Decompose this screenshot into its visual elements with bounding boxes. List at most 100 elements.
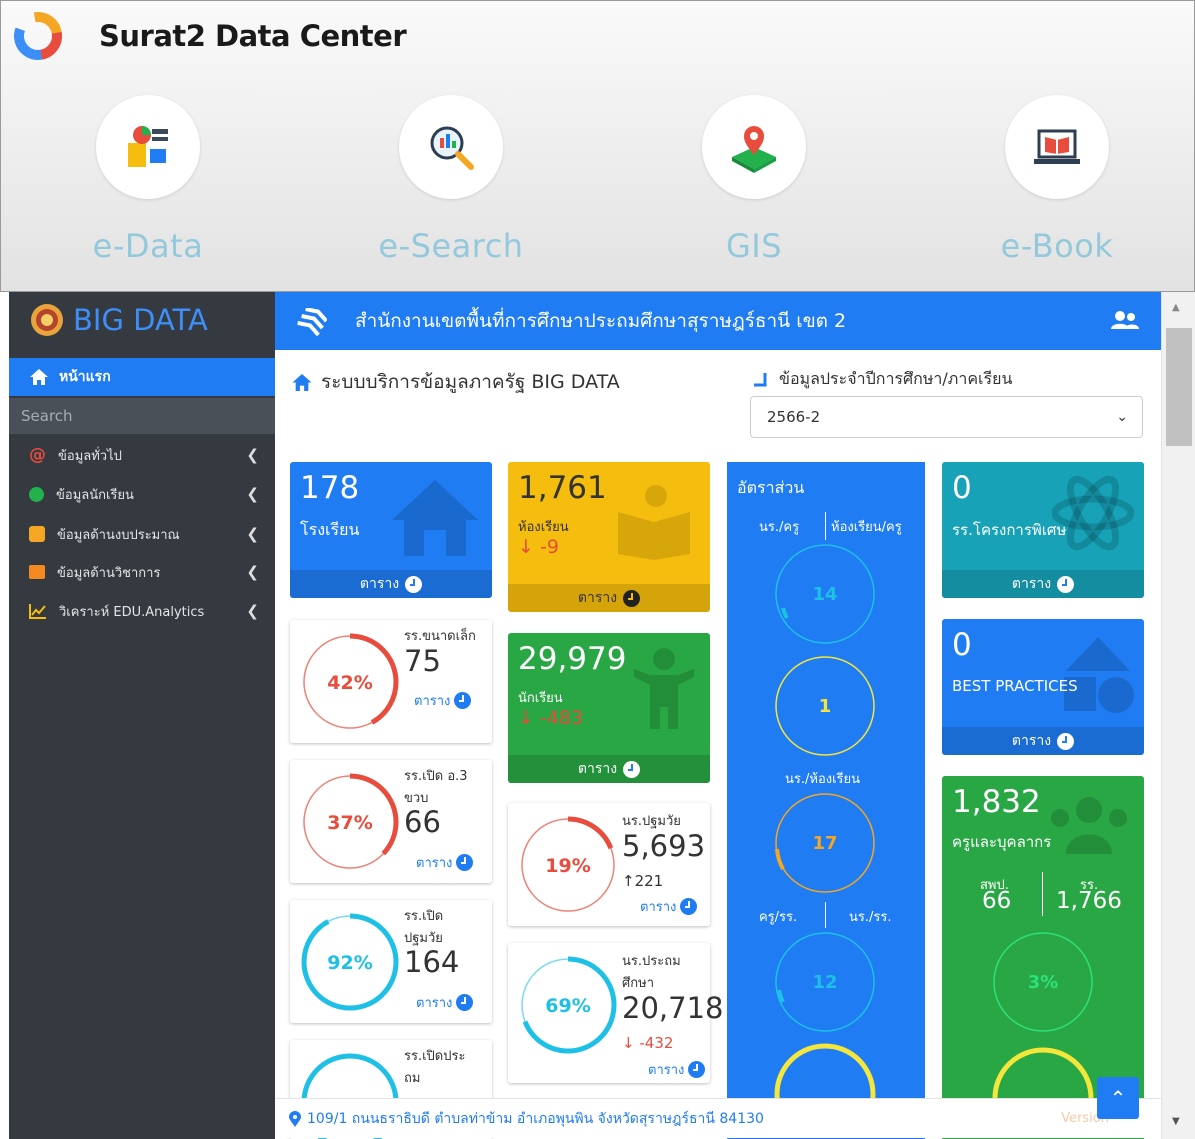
special-card: 0 รร.โครงการพิเศษ ตาราง xyxy=(942,462,1144,598)
year-select[interactable]: 2566-2 ⌄ xyxy=(750,396,1143,438)
gauge-ring: 14 xyxy=(775,544,875,644)
scroll-up-arrow-icon[interactable]: ▲ xyxy=(1172,302,1180,313)
scrollbar[interactable]: ▲ ▼ xyxy=(1161,292,1195,1139)
chevron-up-icon: ⌃ xyxy=(1109,1086,1127,1110)
delta-value: -9 xyxy=(539,536,559,558)
brand-text: BIG DATA xyxy=(73,303,208,337)
delta-value: -432 xyxy=(639,1034,674,1052)
link-text: ตาราง xyxy=(1011,733,1052,749)
chevron-left-icon: ❮ xyxy=(246,446,259,464)
module-label: e-Book xyxy=(1000,227,1114,265)
search-input[interactable] xyxy=(9,398,275,434)
ring-value: 66 xyxy=(404,805,441,839)
early-students-card: 19% นร.ปฐมวัย 5,693 ↑221 ตาราง xyxy=(508,803,710,926)
subtitle-text: ระบบบริการข้อมูลภาครัฐ BIG DATA xyxy=(321,371,620,393)
ring-value: 75 xyxy=(404,644,441,678)
corner-arrow-icon xyxy=(754,372,767,386)
analytics-chart-icon xyxy=(29,604,46,619)
ring-title: รร.เปิด อ.3 xyxy=(404,769,468,784)
map-marker-icon xyxy=(289,1110,301,1127)
page-subtitle: ระบบบริการข้อมูลภาครัฐ BIG DATA xyxy=(291,367,620,397)
footer-bar: 109/1 ถนนธราธิบดี ตำบลท่าข้าม อำเภอพุนพิ… xyxy=(275,1098,1161,1138)
arrow-down-icon: ↓ xyxy=(622,1034,635,1052)
card-footer-link[interactable]: ตาราง xyxy=(942,570,1144,598)
ring-title-2: ถม xyxy=(404,1071,421,1086)
sidebar-item-label: ข้อมูลด้านวิชาการ xyxy=(57,565,161,581)
gauge-ring: 17 xyxy=(775,793,875,893)
card-footer-link[interactable]: ตาราง xyxy=(942,727,1144,755)
year-select-value: 2566-2 xyxy=(767,408,821,426)
module-e-search[interactable]: e-Search xyxy=(341,95,561,265)
delta-value: -483 xyxy=(539,707,584,729)
ratio-title: อัตราส่วน xyxy=(737,478,805,497)
gauge-ring: 1 xyxy=(775,656,875,756)
header-title: สำนักงานเขตพื้นที่การศึกษาประถมศึกษาสุรา… xyxy=(355,310,847,332)
staff-sub-value: 66 xyxy=(982,888,1012,914)
clock-icon xyxy=(680,898,698,915)
scrollbar-thumb[interactable] xyxy=(1166,328,1192,446)
progress-ring: 92% xyxy=(301,913,399,1011)
table-link[interactable]: ตาราง xyxy=(640,896,698,917)
table-link[interactable]: ตาราง xyxy=(416,992,474,1013)
schools-card: 178 โรงเรียน ตาราง xyxy=(290,462,492,598)
card-number: 1,761 xyxy=(518,470,607,506)
student-icon xyxy=(29,486,44,502)
clock-icon xyxy=(1057,575,1075,593)
ratio-header: นร./ห้องเรียน xyxy=(785,772,861,787)
link-text: ตาราง xyxy=(359,576,400,592)
table-link[interactable]: ตาราง xyxy=(416,852,474,873)
card-number: 0 xyxy=(952,627,972,663)
ring-title: รร.เปิดประ xyxy=(404,1049,466,1064)
year-label-text: ข้อมูลประจำปีการศึกษา/ภาคเรียน xyxy=(779,369,1013,388)
progress-ring: 42% xyxy=(301,633,399,731)
ring-value: 5,693 xyxy=(622,829,706,863)
sidebar-item-analytics[interactable]: วิเคราะห์ EDU.Analytics ❮ xyxy=(9,592,275,630)
card-delta: ↓ -483 xyxy=(518,707,583,729)
sidebar-item-label: ข้อมูลนักเรียน xyxy=(56,487,134,503)
sidebar-item-label: วิเคราะห์ EDU.Analytics xyxy=(59,604,205,620)
sidebar-item-budget[interactable]: ข้อมูลด้านงบประมาณ ❮ xyxy=(9,515,275,553)
chevron-left-icon: ❮ xyxy=(246,602,259,620)
sidebar-item-academic[interactable]: ข้อมูลด้านวิชาการ ❮ xyxy=(9,553,275,591)
house-icon xyxy=(392,480,478,556)
card-footer-link[interactable]: ตาราง xyxy=(290,570,492,598)
module-e-data[interactable]: e-Data xyxy=(38,95,258,265)
sidebar-item-home[interactable]: หน้าแรก xyxy=(9,358,275,396)
table-link[interactable]: ตาราง xyxy=(414,690,472,711)
ring-delta: ↓ -432 xyxy=(622,1033,673,1054)
card-label: โรงเรียน xyxy=(300,520,360,539)
users-icon[interactable] xyxy=(1111,310,1139,330)
card-footer-link[interactable]: ตาราง xyxy=(508,755,710,783)
sidebar-item-students[interactable]: ข้อมูลนักเรียน ❮ xyxy=(9,475,275,513)
year-label: ข้อมูลประจำปีการศึกษา/ภาคเรียน xyxy=(753,367,1012,392)
clock-icon xyxy=(405,575,423,593)
chevron-left-icon: ❮ xyxy=(246,525,259,543)
table-link[interactable]: ตาราง xyxy=(648,1059,706,1080)
module-label: e-Search xyxy=(378,227,524,265)
students-card: 29,979 นักเรียน ↓ -483 ตาราง xyxy=(508,633,710,783)
ring-percent: 19% xyxy=(545,855,590,877)
sidebar-item-general[interactable]: @ ข้อมูลทั่วไป ❮ xyxy=(9,436,275,474)
gauge-ring xyxy=(774,1043,876,1102)
link-text: ตาราง xyxy=(640,900,677,915)
card-number: 178 xyxy=(300,470,360,506)
link-text: ตาราง xyxy=(648,1063,685,1078)
module-label: GIS xyxy=(725,227,783,265)
ring-title: นร.ประถม xyxy=(622,954,681,969)
module-gis[interactable]: GIS xyxy=(644,95,864,265)
module-e-book[interactable]: e-Book xyxy=(947,95,1167,265)
link-text: ตาราง xyxy=(577,590,618,606)
layers-icon[interactable] xyxy=(297,308,327,336)
sidebar: BIG DATA หน้าแรก @ ข้อมูลทั่วไป ❮ ข้อมูล… xyxy=(9,292,275,1139)
logo-ring-icon xyxy=(14,11,62,60)
scroll-top-button[interactable]: ⌃ xyxy=(1097,1077,1139,1119)
primary-students-card: 69% นร.ประถม ศึกษา 20,718 ↓ -432 ตาราง xyxy=(508,943,723,1083)
map-pin-icon xyxy=(732,126,776,173)
sidebar-brand[interactable]: BIG DATA xyxy=(29,300,208,340)
ring-delta: ↑221 xyxy=(622,871,663,892)
card-footer-link[interactable]: ตาราง xyxy=(508,584,710,612)
link-text: ตาราง xyxy=(416,996,453,1011)
scroll-down-arrow-icon[interactable]: ▼ xyxy=(1172,1116,1180,1127)
progress-ring: 19% xyxy=(519,816,617,914)
chevron-down-icon: ⌄ xyxy=(1116,409,1128,425)
